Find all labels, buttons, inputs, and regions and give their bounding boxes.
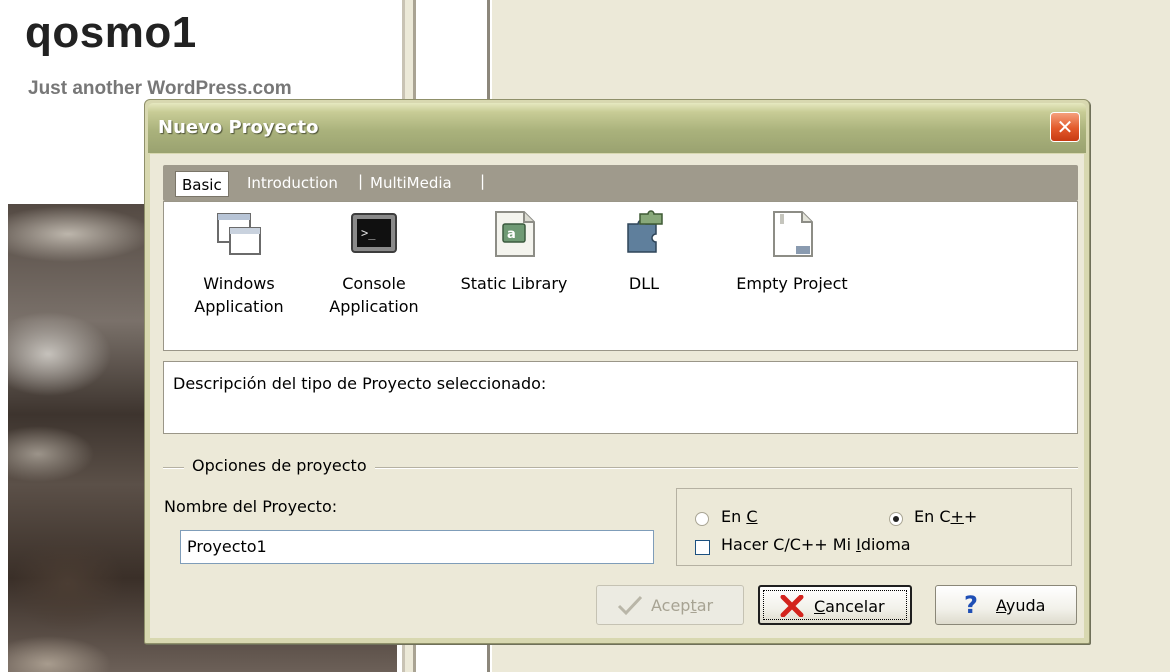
windows-app-icon <box>215 210 263 258</box>
accept-label: Aceptar <box>651 596 714 615</box>
dialog-body: Basic Introduction | MultiMedia | Window… <box>150 154 1084 638</box>
radio-c[interactable] <box>695 512 709 526</box>
project-type-label: DLL <box>628 274 660 293</box>
project-type-static-library[interactable]: a Static Library <box>454 210 574 295</box>
close-button[interactable]: ✕ <box>1050 112 1080 142</box>
blog-title[interactable]: qosmo1 <box>25 8 197 58</box>
svg-text:>_: >_ <box>361 226 376 240</box>
radio-c-label[interactable]: En C <box>721 507 758 526</box>
svg-text:a: a <box>507 227 516 242</box>
project-type-label: Console Application <box>329 274 419 316</box>
options-group-title: Opciones de proyecto <box>184 456 375 475</box>
default-language-checkbox[interactable] <box>695 540 710 555</box>
project-type-list: Windows Application >_ Console Applicati… <box>163 201 1078 351</box>
tab-separator: | <box>480 172 486 190</box>
default-language-label[interactable]: Hacer C/C++ Mi Idioma <box>721 535 911 554</box>
project-name-label: Nombre del Proyecto: <box>164 497 338 516</box>
tab-separator: | <box>358 172 364 190</box>
tab-introduction[interactable]: Introduction <box>247 170 338 196</box>
tab-multimedia[interactable]: MultiMedia <box>370 170 452 196</box>
project-type-label: Windows Application <box>194 274 284 316</box>
project-name-input[interactable]: Proyecto1 <box>180 530 654 564</box>
description-text: Descripción del tipo de Proyecto selecci… <box>173 374 547 393</box>
radio-cpp-label[interactable]: En C++ <box>914 507 977 526</box>
project-type-dll[interactable]: DLL <box>584 210 704 295</box>
checkmark-icon <box>617 594 643 620</box>
dll-icon <box>620 210 668 258</box>
cancel-label: Cancelar <box>814 597 885 616</box>
console-app-icon: >_ <box>350 210 398 258</box>
static-library-icon: a <box>490 210 538 258</box>
project-type-label: Empty Project <box>736 274 848 293</box>
dialog-titlebar[interactable]: Nuevo Proyecto ✕ <box>148 103 1086 153</box>
tab-bar: Basic Introduction | MultiMedia | <box>163 165 1078 201</box>
cancel-x-icon <box>780 594 804 621</box>
project-type-windows-application[interactable]: Windows Application <box>179 210 299 318</box>
language-group: En C En C++ Hacer C/C++ Mi Idioma <box>676 488 1072 566</box>
tab-basic[interactable]: Basic <box>175 171 229 197</box>
dialog-title: Nuevo Proyecto <box>158 117 319 138</box>
help-question-icon: ? <box>964 591 978 619</box>
project-type-console-application[interactable]: >_ Console Application <box>314 210 434 318</box>
empty-project-icon <box>768 210 816 258</box>
blog-tagline: Just another WordPress.com <box>28 78 292 99</box>
close-icon: ✕ <box>1056 115 1074 139</box>
project-type-label: Static Library <box>460 274 568 293</box>
project-type-empty-project[interactable]: Empty Project <box>732 210 852 295</box>
cancel-button[interactable]: Cancelar <box>758 585 912 625</box>
description-box: Descripción del tipo de Proyecto selecci… <box>163 361 1078 434</box>
new-project-dialog: Nuevo Proyecto ✕ Basic Introduction | Mu… <box>144 99 1090 644</box>
accept-button[interactable]: Aceptar <box>596 585 744 625</box>
help-button[interactable]: ? Ayuda <box>935 585 1077 625</box>
help-label: Ayuda <box>996 596 1046 615</box>
radio-cpp[interactable] <box>889 512 903 526</box>
